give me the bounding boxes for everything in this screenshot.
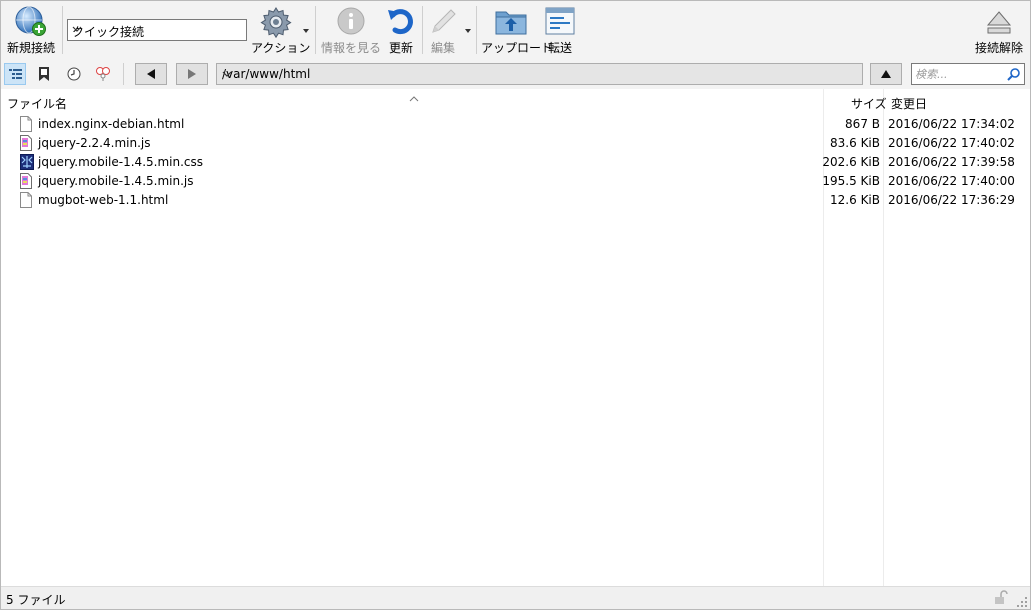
html-file-icon [20, 192, 32, 211]
file-size: 83.6 KiB [830, 136, 880, 150]
js-file-icon [20, 135, 32, 154]
upload-label: アップロード [481, 41, 554, 55]
file-modified: 2016/06/22 17:36:29 [888, 193, 1015, 207]
sort-ascending-icon [409, 91, 419, 105]
column-header-size[interactable]: サイズ [851, 95, 887, 112]
pencil-icon [428, 6, 458, 39]
refresh-label: 更新 [388, 41, 413, 55]
disconnect-button[interactable]: 接続解除 [971, 3, 1027, 57]
chevron-down-icon [222, 68, 857, 83]
edit-label: 編集 [430, 41, 455, 55]
toolbar-separator [62, 6, 63, 54]
resize-grip-icon[interactable] [1017, 596, 1027, 610]
transfer-window-icon [545, 6, 575, 39]
column-header-row: ファイル名 サイズ 変更日 [1, 89, 1030, 113]
file-count: 5 ファイル [6, 593, 66, 607]
disconnect-label: 接続解除 [974, 41, 1023, 55]
table-row[interactable]: jquery.mobile-1.4.5.min.css 202.6 KiB 2016… [1, 153, 1030, 172]
html-file-icon [20, 116, 32, 135]
action-dropdown-caret-icon[interactable] [303, 29, 309, 33]
file-name: jquery.mobile-1.4.5.min.js [38, 174, 194, 188]
browser-view-button[interactable] [4, 63, 26, 85]
eject-icon [984, 6, 1014, 39]
gear-icon [260, 6, 292, 41]
transfer-label: 転送 [547, 41, 572, 55]
action-label: アクション [251, 41, 311, 55]
new-connection-label: 新規接続 [6, 41, 55, 55]
quick-connect-dropdown[interactable]: クイック接続 [67, 19, 247, 41]
nav-separator [123, 63, 124, 85]
file-size: 867 B [845, 117, 880, 131]
back-button[interactable] [135, 63, 167, 85]
parent-directory-button[interactable] [870, 63, 902, 85]
path-selector[interactable]: /var/www/html [216, 63, 863, 85]
forward-button[interactable] [176, 63, 208, 85]
file-name: jquery-2.2.4.min.js [38, 136, 151, 150]
table-row[interactable]: mugbot-web-1.1.html 12.6 KiB 2016/06/22 17… [1, 191, 1030, 210]
column-header-filename[interactable]: ファイル名 [7, 95, 67, 112]
globe-add-icon [15, 6, 47, 39]
up-arrow-icon [881, 70, 891, 78]
bonjour-icon [95, 66, 111, 85]
search-input[interactable] [915, 66, 1003, 82]
file-size: 195.5 KiB [822, 174, 880, 188]
search-icon[interactable] [1007, 67, 1021, 84]
toolbar: 新規接続 クイック接続 アクション 情報を見る 更新 編集 アップロード 転送 … [1, 1, 1030, 59]
bookmarks-button[interactable] [33, 63, 55, 85]
table-row[interactable]: jquery.mobile-1.4.5.min.js 195.5 KiB 2016/… [1, 172, 1030, 191]
bookmark-icon [38, 67, 50, 84]
info-icon [336, 6, 366, 39]
file-name: jquery.mobile-1.4.5.min.css [38, 155, 203, 169]
toolbar-separator [315, 6, 316, 54]
css-file-icon [20, 154, 34, 173]
get-info-button[interactable]: 情報を見る [321, 3, 381, 57]
transfer-button[interactable]: 転送 [543, 3, 577, 57]
action-button[interactable]: アクション [251, 3, 311, 57]
file-modified: 2016/06/22 17:34:02 [888, 117, 1015, 131]
file-name: mugbot-web-1.1.html [38, 193, 169, 207]
browser-window: 新規接続 クイック接続 アクション 情報を見る 更新 編集 アップロード 転送 … [0, 0, 1031, 610]
tree-list-icon [9, 68, 22, 84]
toolbar-separator [476, 6, 477, 54]
search-box[interactable] [911, 63, 1025, 85]
column-header-modified[interactable]: 変更日 [891, 95, 927, 112]
refresh-button[interactable]: 更新 [384, 3, 418, 57]
edit-dropdown-caret-icon[interactable] [465, 29, 471, 33]
js-file-icon [20, 173, 32, 192]
file-size: 12.6 KiB [830, 193, 880, 207]
file-modified: 2016/06/22 17:39:58 [888, 155, 1015, 169]
status-bar: 5 ファイル [1, 586, 1030, 609]
table-row[interactable]: jquery-2.2.4.min.js 83.6 KiB 2016/06/22 17… [1, 134, 1030, 153]
file-modified: 2016/06/22 17:40:00 [888, 174, 1015, 188]
file-modified: 2016/06/22 17:40:02 [888, 136, 1015, 150]
file-list: ファイル名 サイズ 変更日 index.nginx-debian.html 867… [1, 89, 1030, 586]
history-button[interactable] [63, 63, 85, 85]
new-connection-button[interactable]: 新規接続 [3, 3, 59, 57]
get-info-label: 情報を見る [321, 41, 382, 55]
file-name: index.nginx-debian.html [38, 117, 185, 131]
bonjour-button[interactable] [92, 63, 114, 85]
refresh-icon [386, 6, 416, 39]
table-row[interactable]: index.nginx-debian.html 867 B 2016/06/22 1… [1, 115, 1030, 134]
edit-button[interactable]: 編集 [425, 3, 461, 57]
file-size: 202.6 KiB [822, 155, 880, 169]
upload-button[interactable]: アップロード [481, 3, 554, 57]
navigation-bar: /var/www/html [1, 59, 1030, 89]
back-arrow-icon [147, 69, 155, 79]
unlocked-icon [994, 590, 1008, 608]
chevron-down-icon [72, 23, 241, 38]
forward-arrow-icon [188, 69, 196, 79]
toolbar-separator [422, 6, 423, 54]
folder-upload-icon [494, 6, 528, 39]
clock-icon [67, 67, 81, 84]
